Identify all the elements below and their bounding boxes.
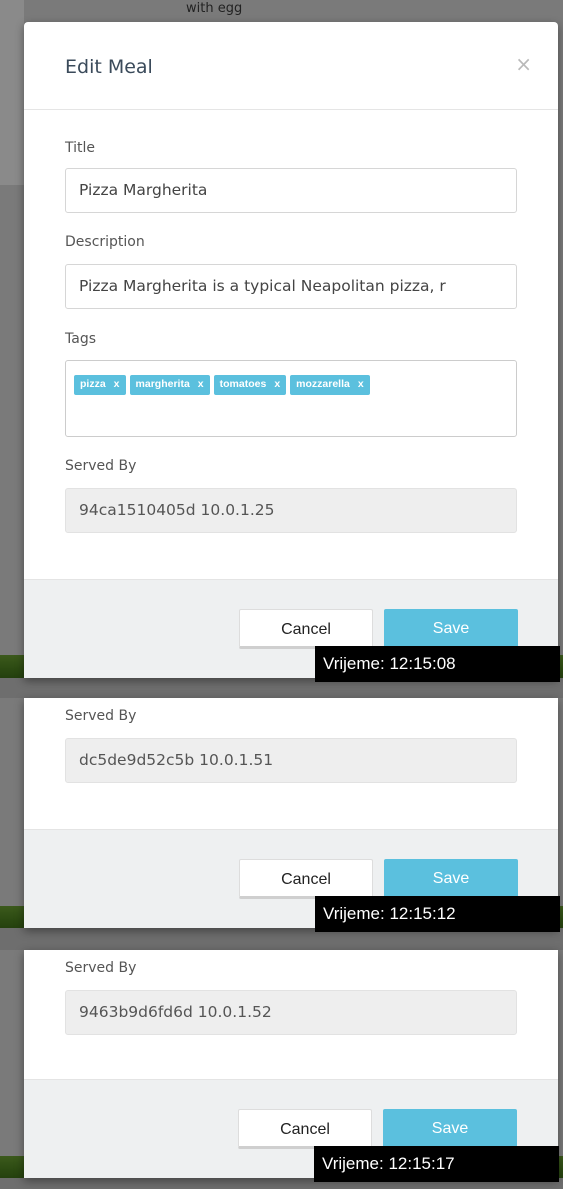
served-by-label: Served By — [65, 960, 137, 976]
timestamp-overlay: Vrijeme: 12:15:12 — [315, 896, 560, 932]
tag-label: mozzarella — [296, 378, 350, 390]
tag-label: pizza — [80, 378, 106, 390]
save-button[interactable]: Save — [383, 1109, 517, 1149]
title-label: Title — [65, 140, 96, 156]
title-input[interactable]: Pizza Margherita — [65, 168, 517, 213]
modal-title: Edit Meal — [65, 56, 153, 78]
tags-input[interactable]: pizza x margherita x tomatoes x mozzarella x — [65, 360, 517, 437]
timestamp-overlay: Vrijeme: 12:15:08 — [315, 646, 560, 682]
tag-remove-icon[interactable]: x — [358, 378, 364, 390]
cancel-button[interactable]: Cancel — [238, 1109, 372, 1149]
tag-mozzarella: mozzarella x — [290, 375, 370, 395]
description-input[interactable]: Pizza Margherita is a typical Neapolitan… — [65, 264, 517, 309]
served-by-field: 9463b9d6fd6d 10.0.1.52 — [65, 990, 517, 1035]
timestamp-overlay: Vrijeme: 12:15:17 — [314, 1146, 559, 1182]
tag-label: tomatoes — [219, 378, 267, 390]
served-by-field: dc5de9d52c5b 10.0.1.51 — [65, 738, 517, 783]
modal-header: Edit Meal × — [24, 22, 558, 110]
tag-remove-icon[interactable]: x — [274, 378, 280, 390]
served-by-field: 94ca1510405d 10.0.1.25 — [65, 488, 517, 533]
save-button[interactable]: Save — [384, 609, 518, 649]
served-by-label: Served By — [65, 458, 137, 474]
tag-pizza: pizza x — [74, 375, 126, 395]
tag-label: margherita — [135, 378, 190, 390]
tag-remove-icon[interactable]: x — [198, 378, 204, 390]
tag-remove-icon[interactable]: x — [114, 378, 120, 390]
edit-meal-modal-crop: Served By dc5de9d52c5b 10.0.1.51 Cancel … — [24, 698, 558, 928]
description-label: Description — [65, 234, 145, 250]
edit-meal-modal: Edit Meal × Title Pizza Margherita Descr… — [24, 22, 558, 678]
cancel-button[interactable]: Cancel — [239, 609, 373, 649]
tag-margherita: margherita x — [129, 375, 210, 395]
tags-label: Tags — [65, 331, 96, 347]
background-meal-text: with egg — [186, 1, 243, 16]
backdrop — [0, 0, 24, 185]
edit-meal-modal-crop: Served By 9463b9d6fd6d 10.0.1.52 Cancel … — [24, 950, 558, 1178]
close-icon[interactable]: × — [515, 52, 532, 76]
tag-tomatoes: tomatoes x — [213, 375, 287, 395]
served-by-label: Served By — [65, 708, 137, 724]
save-button[interactable]: Save — [384, 859, 518, 899]
cancel-button[interactable]: Cancel — [239, 859, 373, 899]
